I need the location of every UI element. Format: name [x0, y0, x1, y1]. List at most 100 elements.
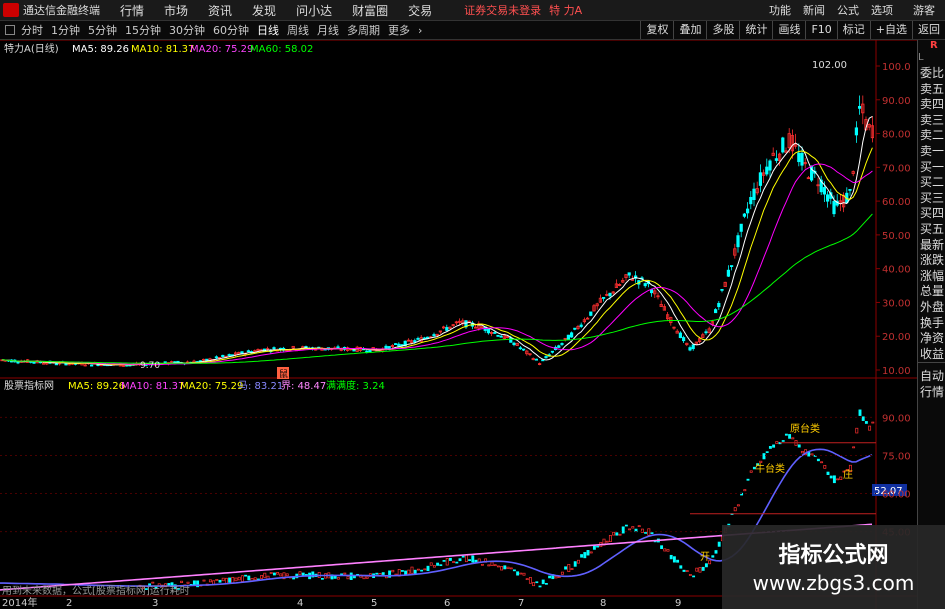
function-button[interactable]: 功能	[769, 2, 791, 18]
period-30min[interactable]: 30分钟	[169, 22, 205, 38]
side-item-net-asset[interactable]: 净资	[918, 331, 945, 347]
side-item-buy1[interactable]: 买一	[918, 160, 945, 176]
menu-item-wealth[interactable]: 财富圈	[352, 2, 388, 19]
sub-candle	[247, 575, 251, 581]
sub-candle	[832, 475, 836, 484]
period-15min[interactable]: 15分钟	[125, 22, 161, 38]
sub-candle	[532, 582, 536, 587]
menu-item-quotes[interactable]: 行情	[120, 2, 144, 19]
sub-candle	[458, 558, 462, 562]
side-item-outer[interactable]: 外盘	[918, 300, 945, 316]
side-item-change[interactable]: 涨跌	[918, 253, 945, 269]
side-item-earnings[interactable]: 收益	[918, 347, 945, 363]
add-watchlist-button[interactable]: +自选	[869, 21, 912, 39]
menu-item-market[interactable]: 市场	[164, 2, 188, 19]
options-button[interactable]: 选项	[871, 2, 893, 18]
side-item-buy2[interactable]: 买二	[918, 175, 945, 191]
candle-body	[746, 208, 750, 214]
sub-candle	[503, 565, 507, 570]
sub-candle	[688, 574, 692, 576]
candle-body	[826, 194, 830, 202]
period-multi[interactable]: 多周期	[347, 22, 380, 38]
candle-body	[541, 359, 545, 362]
main-price-axis: 100.0 90.00 80.00 70.00 60.00 50.00 40.00 30.00…	[876, 62, 911, 377]
side-item-turnover[interactable]: 换手	[918, 316, 945, 332]
side-item-quotes[interactable]: 行情	[918, 385, 945, 401]
period-timeshare[interactable]: 分时	[21, 22, 43, 38]
menu-item-news[interactable]: 资讯	[208, 2, 232, 19]
sub-bound-label: 界: 48.47	[281, 380, 326, 392]
checkbox-icon[interactable]	[5, 25, 15, 35]
menu-item-discover[interactable]: 发现	[252, 2, 276, 19]
restore-rights-button[interactable]: 复权	[640, 21, 673, 39]
side-item-sell3[interactable]: 卖三	[918, 113, 945, 129]
statistics-button[interactable]: 统计	[739, 21, 772, 39]
main-ma5-label: MA5: 89.26	[72, 44, 129, 55]
side-item-sell1[interactable]: 卖一	[918, 144, 945, 160]
candle-body	[627, 272, 631, 276]
kline-chart[interactable]: 特力A(日线) MA5: 89.26 MA10: 81.37 MA20: 75.…	[0, 40, 917, 609]
sub-candle	[698, 567, 702, 573]
candle-body	[32, 361, 36, 364]
sub-candle	[682, 569, 686, 572]
period-daily[interactable]: 日线	[257, 22, 279, 38]
period-5min[interactable]: 5分钟	[88, 22, 117, 38]
sub-candle	[647, 528, 651, 536]
side-item-latest[interactable]: 最新	[918, 238, 945, 254]
sub-candle	[701, 566, 705, 571]
candle-body	[304, 346, 308, 348]
side-item-auto[interactable]: 自动	[918, 369, 945, 385]
candle-body	[518, 347, 523, 350]
side-item-weibi[interactable]: 委比	[918, 66, 945, 82]
side-item-buy5[interactable]: 买五	[918, 222, 945, 238]
period-monthly[interactable]: 月线	[317, 22, 339, 38]
candle-body	[544, 356, 548, 359]
candle-body	[781, 137, 785, 153]
sub-candle	[836, 478, 840, 481]
multi-stock-button[interactable]: 多股	[706, 21, 739, 39]
sub-kai-label: 开	[700, 552, 710, 563]
side-item-sell4[interactable]: 卖四	[918, 97, 945, 113]
month-tick-7: 7	[518, 598, 524, 609]
candle-body	[717, 302, 721, 308]
period-more[interactable]: 更多	[388, 22, 410, 38]
formula-button[interactable]: 公式	[837, 2, 859, 18]
sub-title: 股票指标网	[4, 379, 54, 392]
sub-candle	[276, 572, 280, 575]
period-1min[interactable]: 1分钟	[51, 22, 80, 38]
side-item-sell5[interactable]: 卖五	[918, 82, 945, 98]
sub-candle	[237, 576, 241, 581]
sub-candle	[349, 572, 353, 580]
candle-body	[797, 152, 801, 163]
side-item-volume[interactable]: 总量	[918, 284, 945, 300]
news-button[interactable]: 新闻	[803, 2, 825, 18]
stock-name: 特 力A	[549, 4, 583, 17]
sub-candle	[650, 532, 654, 534]
overlay-button[interactable]: 叠加	[673, 21, 706, 39]
sub-candle	[864, 421, 868, 424]
candle-body	[227, 354, 231, 356]
side-item-buy4[interactable]: 买四	[918, 206, 945, 222]
chevron-right-icon[interactable]: ›	[418, 24, 422, 37]
login-notice[interactable]: 证券交易未登录	[464, 2, 541, 18]
period-weekly[interactable]: 周线	[287, 22, 309, 38]
period-60min[interactable]: 60分钟	[213, 22, 249, 38]
mark-button[interactable]: 标记	[836, 21, 870, 39]
month-tick-9: 9	[675, 598, 681, 609]
side-item-change-pct[interactable]: 涨幅	[918, 269, 945, 285]
formula-warning: 用到未来数据，公式[股票指标网]运行耗时	[2, 586, 190, 597]
sub-candle	[535, 581, 539, 584]
draw-line-button[interactable]: 画线	[772, 21, 805, 39]
main-grid	[0, 40, 917, 609]
f10-button[interactable]: F10	[805, 21, 836, 39]
back-button[interactable]: 返回	[912, 21, 945, 39]
menu-item-trade[interactable]: 交易	[408, 2, 432, 19]
candle-body	[557, 345, 561, 348]
sub-candle	[573, 561, 577, 567]
menu-item-ask[interactable]: 问小达	[296, 2, 332, 19]
side-item-buy3[interactable]: 买三	[918, 191, 945, 207]
candle-body	[534, 358, 539, 361]
guest-button[interactable]: 游客	[913, 2, 935, 18]
side-item-sell2[interactable]: 卖二	[918, 128, 945, 144]
sub-candle	[208, 579, 212, 583]
